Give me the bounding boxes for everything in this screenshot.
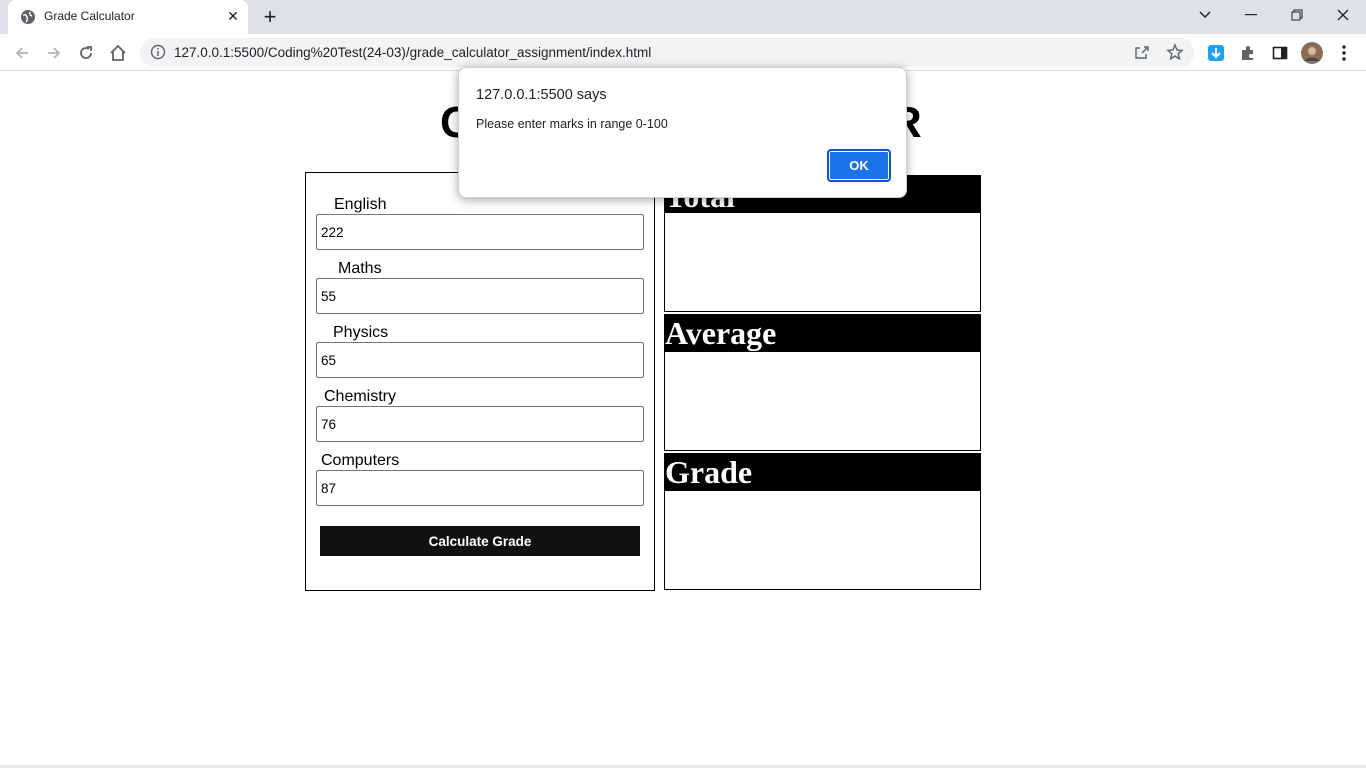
- tab-search-icon[interactable]: [1182, 0, 1228, 30]
- calculate-grade-button[interactable]: Calculate Grade: [320, 526, 640, 556]
- share-icon[interactable]: [1134, 44, 1150, 60]
- address-bar[interactable]: 127.0.0.1:5500/Coding%20Test(24-03)/grad…: [140, 38, 1194, 67]
- browser-tab[interactable]: Grade Calculator ✕: [8, 0, 248, 34]
- new-tab-button[interactable]: +: [256, 4, 284, 30]
- alert-origin: 127.0.0.1:5500 says: [476, 87, 607, 103]
- url-text: 127.0.0.1:5500/Coding%20Test(24-03)/grad…: [174, 45, 652, 60]
- download-extension-icon[interactable]: [1204, 41, 1228, 65]
- site-info-icon[interactable]: [150, 44, 166, 60]
- menu-kebab-icon[interactable]: [1332, 41, 1356, 65]
- bookmark-star-icon[interactable]: [1166, 43, 1184, 61]
- chemistry-label: Chemistry: [324, 388, 397, 405]
- profile-avatar[interactable]: [1300, 41, 1324, 65]
- back-icon[interactable]: [10, 41, 34, 65]
- reload-icon[interactable]: [74, 41, 98, 65]
- computers-input[interactable]: [316, 470, 644, 506]
- physics-input[interactable]: [316, 342, 644, 378]
- globe-icon: [21, 10, 35, 24]
- maths-label: Maths: [338, 260, 382, 277]
- computers-label: Computers: [321, 452, 400, 469]
- extensions-puzzle-icon[interactable]: [1236, 41, 1260, 65]
- grade-heading: Grade: [665, 454, 980, 491]
- average-heading: Average: [665, 315, 980, 352]
- minimize-icon[interactable]: [1228, 0, 1274, 30]
- grade-box: Grade: [664, 453, 981, 590]
- home-icon[interactable]: [106, 41, 130, 65]
- alert-dialog: 127.0.0.1:5500 says Please enter marks i…: [458, 67, 907, 198]
- physics-label: Physics: [333, 324, 389, 341]
- tab-title: Grade Calculator: [44, 9, 135, 23]
- alert-ok-button[interactable]: OK: [827, 149, 891, 182]
- close-window-icon[interactable]: [1320, 0, 1366, 30]
- side-panel-icon[interactable]: [1268, 41, 1292, 65]
- english-label: English: [334, 196, 387, 213]
- restore-icon[interactable]: [1274, 0, 1320, 30]
- tab-close-icon[interactable]: ✕: [224, 7, 242, 25]
- forward-icon[interactable]: [42, 41, 66, 65]
- english-input[interactable]: [316, 214, 644, 250]
- chemistry-input[interactable]: [316, 406, 644, 442]
- maths-input[interactable]: [316, 278, 644, 314]
- average-box: Average: [664, 314, 981, 451]
- marks-form: English Maths Physics Chemistry Computer…: [305, 172, 655, 591]
- alert-message: Please enter marks in range 0-100: [476, 117, 668, 131]
